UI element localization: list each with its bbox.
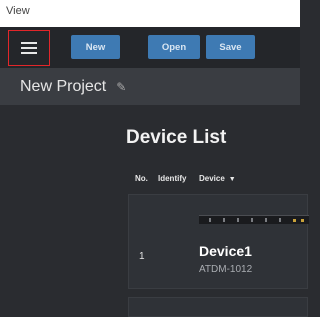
column-device-label: Device (199, 174, 225, 183)
column-identify: Identify (158, 174, 187, 183)
save-button[interactable]: Save (206, 35, 255, 59)
device-row-next[interactable] (128, 297, 308, 317)
column-device[interactable]: Device ▼ (199, 174, 236, 183)
menu-view[interactable]: View (6, 5, 30, 17)
project-title: New Project (20, 77, 107, 95)
device-row-number: 1 (139, 251, 145, 262)
pencil-icon[interactable]: ✎ (116, 80, 126, 94)
page-title: Device List (126, 127, 227, 148)
caret-down-icon: ▼ (228, 176, 236, 183)
device-image (199, 215, 309, 224)
menu-button[interactable] (8, 30, 50, 66)
project-header: New Project ✎ (0, 68, 300, 105)
open-button[interactable]: Open (148, 35, 200, 59)
device-list-panel: Device List No. Identify Device ▼ 1 Devic… (0, 105, 309, 317)
hamburger-icon (21, 39, 37, 57)
device-name: Device1 (199, 243, 252, 259)
column-no: No. (135, 174, 148, 183)
menubar: View (0, 0, 300, 27)
toolbar: New Open Save (0, 27, 300, 68)
new-button[interactable]: New (71, 35, 120, 59)
device-model: ATDM-1012 (199, 264, 253, 275)
device-row[interactable]: 1 Device1 ATDM-1012 (128, 194, 309, 289)
